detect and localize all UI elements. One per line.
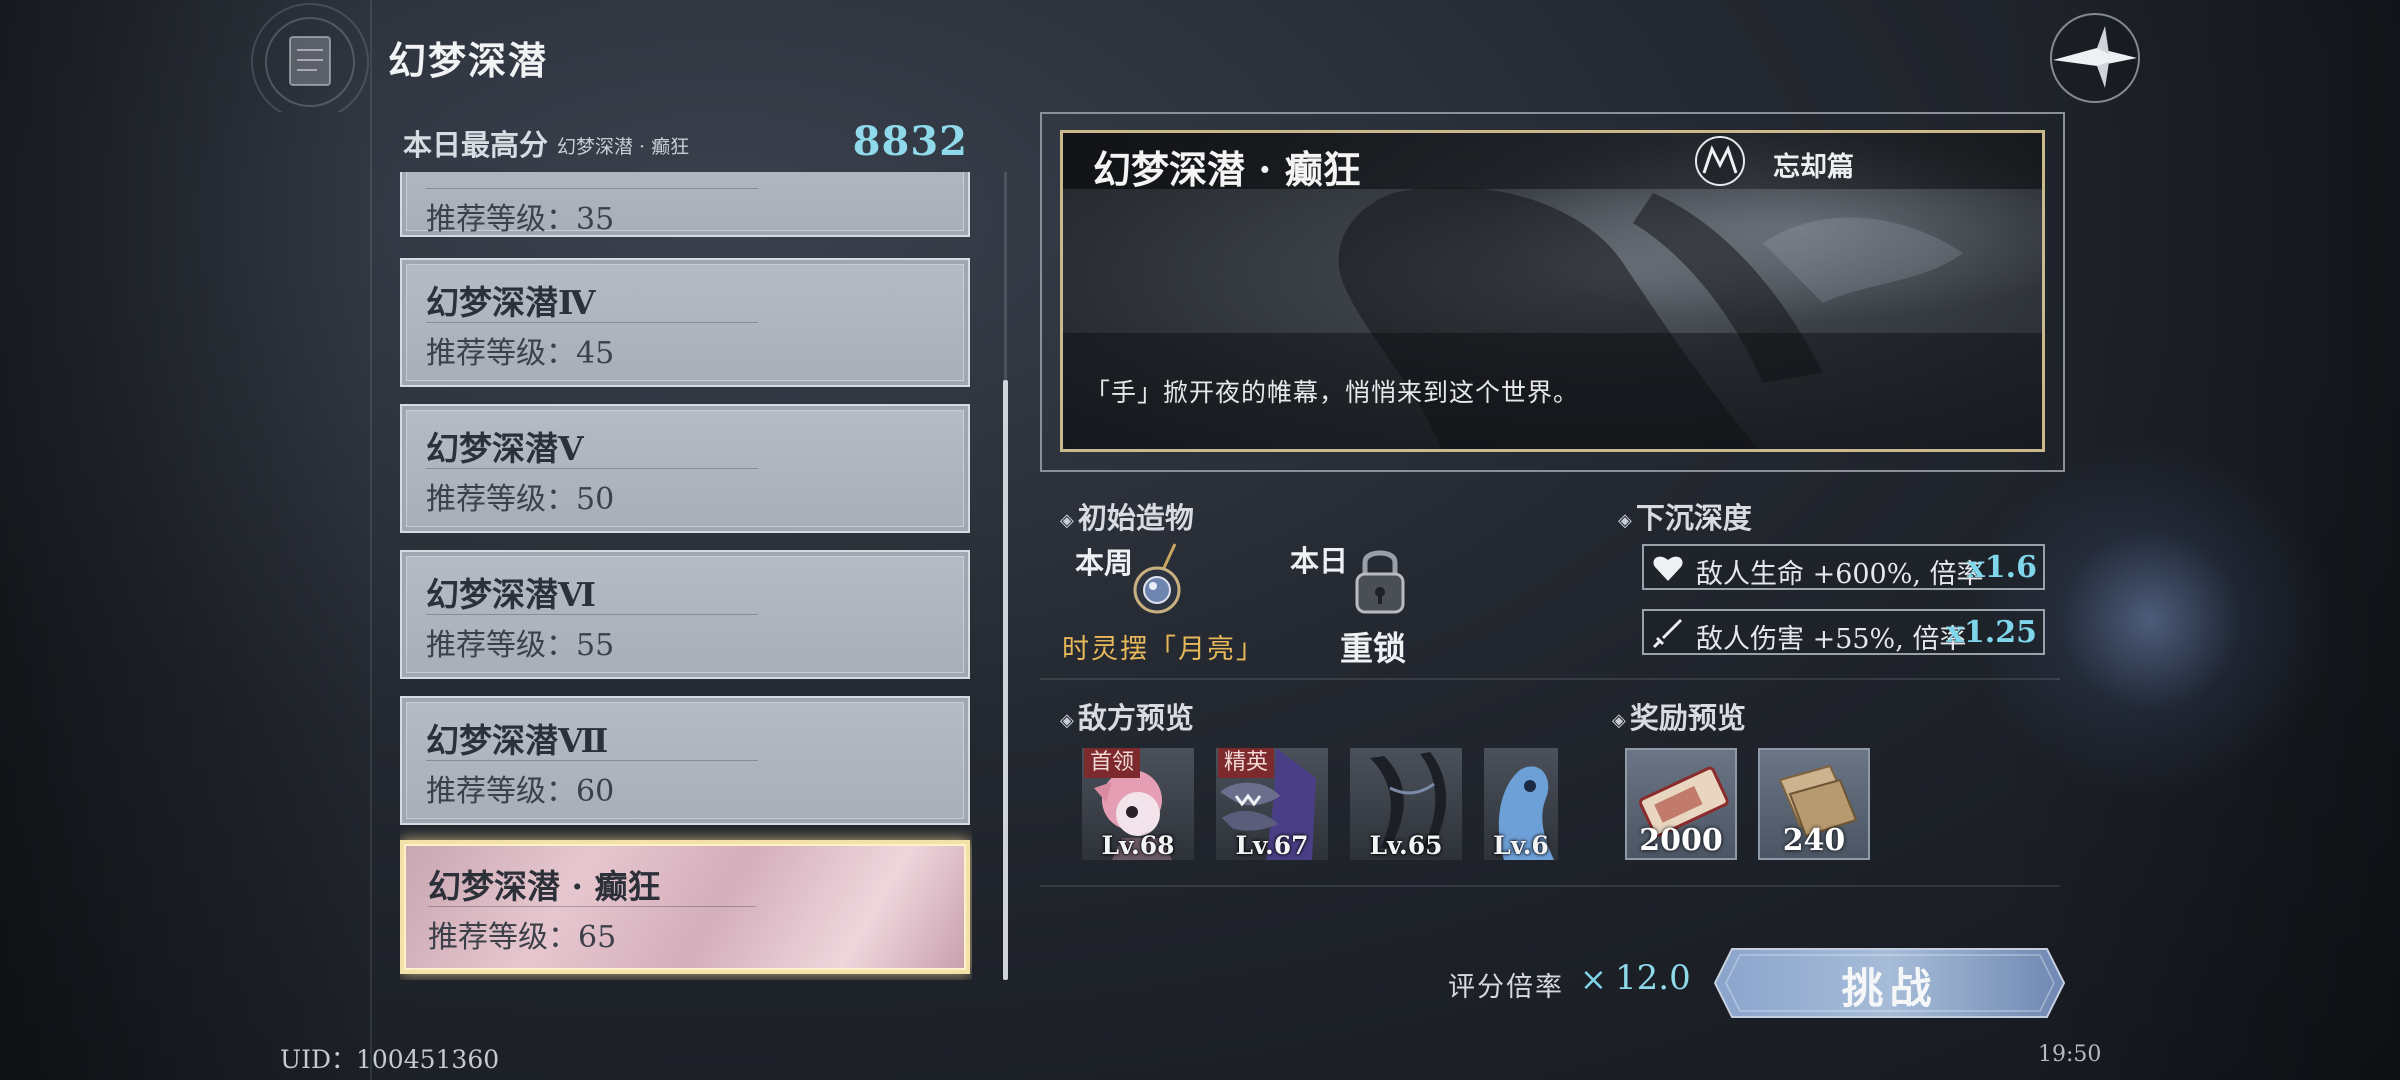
chapter-emblem-icon [1688, 133, 1752, 189]
score-multiplier-x: × [1580, 960, 1607, 998]
best-score-label: 本日最高分 [403, 128, 549, 162]
level-name: 幻梦深潜Ⅳ [426, 283, 596, 322]
section-enemies-label: 敌方预览 [1077, 701, 1194, 735]
enemy-level: Lv.65 [1369, 831, 1443, 860]
enemy-level: Lv.67 [1235, 831, 1309, 860]
chapter-name: 忘却篇 [1773, 152, 1854, 183]
diamond-icon: ◈ [1618, 509, 1632, 531]
user-uid: UID：100451360 [280, 1045, 500, 1074]
level-name: 幻梦深潜Ⅵ [426, 575, 596, 614]
daily-artifact-name: 重锁 [1340, 629, 1406, 668]
divider-line [1040, 885, 2060, 887]
depth-modifier-mult: x1.25 [1946, 615, 2037, 650]
list-scrollbar[interactable] [1003, 380, 1008, 980]
level-recommend: 推荐等级：55 [426, 628, 615, 663]
level-recommend: 推荐等级：60 [426, 774, 615, 809]
level-separator [428, 906, 756, 907]
compass-back-icon[interactable] [2045, 8, 2145, 108]
section-rewards-label: 奖励预览 [1629, 701, 1746, 735]
section-artifacts-label: 初始造物 [1077, 501, 1194, 535]
reward-ticket[interactable]: 2000 [1625, 748, 1737, 860]
level-separator [426, 614, 758, 615]
enemy-level: Lv.6 [1493, 831, 1549, 860]
level-item-6[interactable]: 幻梦深潜Ⅵ 推荐等级：55 [400, 550, 970, 679]
score-multiplier-label: 评分倍率 [1448, 972, 1564, 1003]
reward-quantity: 2000 [1639, 823, 1723, 858]
level-recommend: 推荐等级：45 [426, 336, 615, 371]
heart-icon [1652, 552, 1684, 584]
diamond-icon: ◈ [1060, 509, 1074, 531]
daily-best-score: 本日最高分 幻梦深潜 · 癫狂 8832 [400, 118, 970, 166]
book-emblem-icon [235, 2, 385, 121]
stage-title: 幻梦深潜 · 癫狂 [1093, 147, 1361, 192]
level-item-7[interactable]: 幻梦深潜Ⅶ 推荐等级：60 [400, 696, 970, 825]
section-rewards: ◈ 奖励预览 [1612, 695, 1746, 737]
enemy-card-elite[interactable]: 精英 Lv.67 [1216, 748, 1328, 860]
enemy-rank-badge: 精英 [1218, 748, 1275, 778]
enemy-level: Lv.68 [1101, 831, 1175, 860]
enemy-rank-badge: 首领 [1084, 748, 1141, 778]
challenge-button-label: 挑战 [1841, 964, 1938, 1013]
reward-quantity: 240 [1782, 823, 1846, 858]
divider-line [370, 0, 372, 1080]
level-recommend: 推荐等级：65 [428, 920, 617, 955]
level-name: 幻梦深潜Ⅶ [426, 721, 609, 760]
level-item-5[interactable]: 幻梦深潜Ⅴ 推荐等级：50 [400, 404, 970, 533]
depth-modifier-text: 敌人伤害 +55%, 倍率 [1696, 624, 1967, 655]
reward-papers[interactable]: 240 [1758, 748, 1870, 860]
level-name: 幻梦深潜Ⅴ [426, 429, 584, 468]
level-name: 幻梦深潜 · 癫狂 [428, 867, 661, 906]
enemy-card-boss[interactable]: 首领 Lv.68 [1082, 748, 1194, 860]
level-item-4[interactable]: 幻梦深潜Ⅳ 推荐等级：45 [400, 258, 970, 387]
level-list: 推荐等级：35 幻梦深潜Ⅳ 推荐等级：45 幻梦深潜Ⅴ 推荐等级：50 幻梦深潜… [400, 172, 972, 980]
best-score-value: 8832 [852, 118, 968, 165]
level-separator [426, 188, 758, 189]
padlock-icon[interactable] [1345, 540, 1415, 620]
pendulum-icon[interactable] [1125, 540, 1195, 620]
level-item-3[interactable]: 推荐等级：35 [400, 172, 970, 237]
depth-modifier-text: 敌人生命 +600%, 倍率 [1696, 559, 1984, 590]
depth-modifier-hp[interactable]: 敌人生命 +600%, 倍率 x1.6 [1642, 544, 2045, 590]
page-title: 幻梦深潜 [388, 38, 549, 83]
diamond-icon: ◈ [1060, 709, 1074, 731]
sword-icon [1652, 617, 1684, 649]
section-artifacts: ◈ 初始造物 [1060, 495, 1194, 537]
enemy-card-3[interactable]: Lv.65 [1350, 748, 1462, 860]
level-separator [426, 322, 758, 323]
level-recommend: 推荐等级：50 [426, 482, 615, 517]
level-separator [426, 760, 758, 761]
stage-banner: 幻梦深潜 · 癫狂 忘却篇 「手」掀开夜的帷幕，悄悄来到这个世界。 [1060, 130, 2045, 452]
best-score-mode: 幻梦深潜 · 癫狂 [557, 136, 690, 158]
stage-description: 「手」掀开夜的帷幕，悄悄来到这个世界。 [1085, 378, 1580, 407]
challenge-button[interactable]: 挑战 [1712, 945, 2067, 1021]
weekly-artifact-name: 时灵摆「月亮」 [1062, 634, 1265, 665]
score-multiplier-value: 12.0 [1615, 958, 1691, 998]
depth-modifier-mult: x1.6 [1966, 550, 2037, 585]
diamond-icon: ◈ [1612, 709, 1626, 731]
section-depth: ◈ 下沉深度 [1618, 495, 1752, 537]
level-separator [426, 468, 758, 469]
level-item-frenzy[interactable]: 幻梦深潜 · 癫狂 推荐等级：65 [400, 840, 970, 974]
clock: 19:50 [2038, 1042, 2102, 1067]
level-recommend: 推荐等级：35 [426, 202, 615, 237]
daily-label: 本日 [1290, 544, 1349, 578]
depth-modifier-damage[interactable]: 敌人伤害 +55%, 倍率 x1.25 [1642, 609, 2045, 655]
section-enemies: ◈ 敌方预览 [1060, 695, 1194, 737]
enemy-card-4[interactable]: Lv.6 [1484, 748, 1558, 860]
section-depth-label: 下沉深度 [1635, 501, 1752, 535]
divider-line [1040, 678, 2060, 680]
